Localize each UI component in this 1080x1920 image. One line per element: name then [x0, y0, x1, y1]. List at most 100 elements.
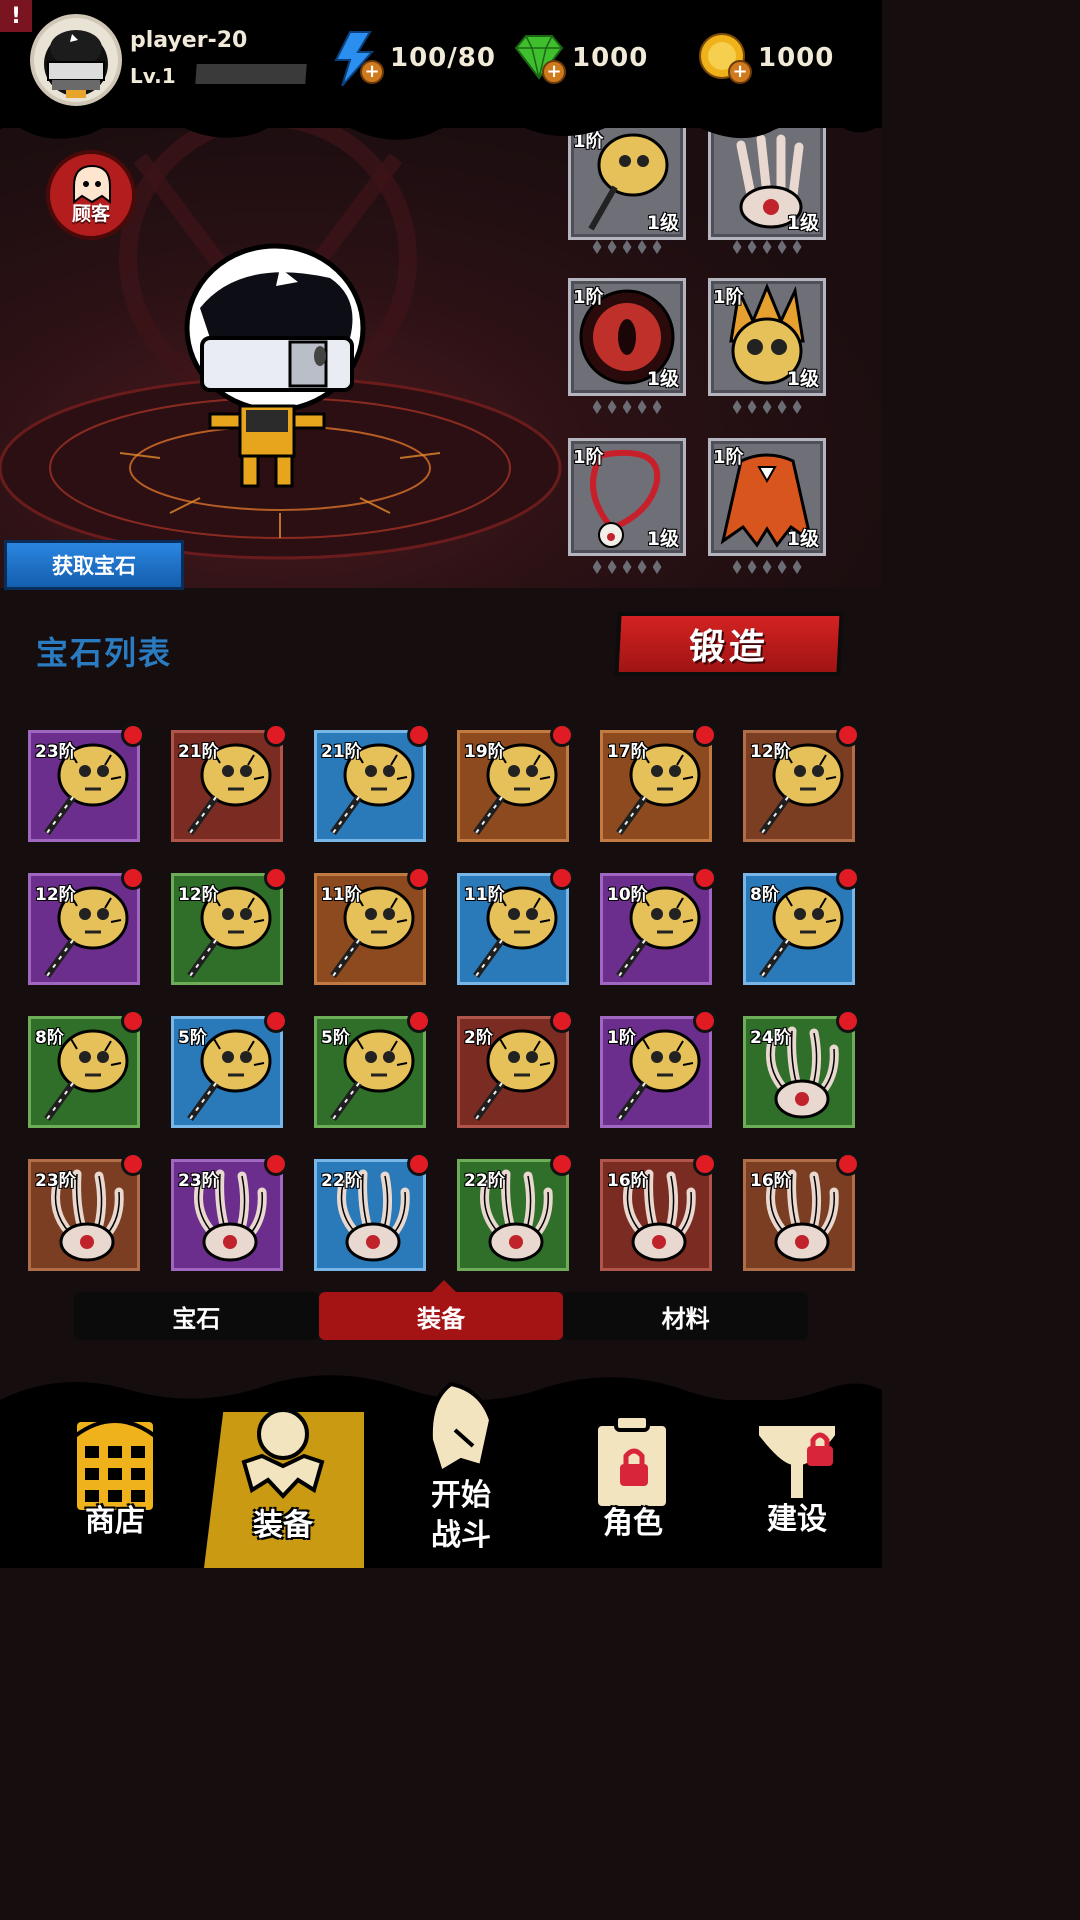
item-tier: 16阶: [607, 1171, 648, 1191]
alert-badge[interactable]: !: [0, 0, 32, 32]
new-item-dot-icon: [264, 866, 288, 890]
inventory-item[interactable]: 8阶: [28, 1009, 145, 1128]
inventory-item[interactable]: 16阶: [600, 1152, 717, 1271]
inventory-item[interactable]: 23阶: [28, 1152, 145, 1271]
equip-level: 1级: [786, 212, 819, 234]
item-tier: 8阶: [750, 885, 779, 905]
item-tier: 11阶: [321, 885, 362, 905]
inventory-item[interactable]: 11阶: [314, 866, 431, 985]
nav-character[interactable]: 角色: [558, 1400, 708, 1568]
gold-coin-icon: +: [698, 30, 752, 86]
inventory-item[interactable]: 16阶: [743, 1152, 860, 1271]
equip-slot-6[interactable]: 1阶 1级: [708, 438, 826, 556]
item-tier: 23阶: [178, 1171, 219, 1191]
inventory-item[interactable]: 10阶: [600, 866, 717, 985]
new-item-dot-icon: [550, 1152, 574, 1176]
inventory-item[interactable]: 22阶: [457, 1152, 574, 1271]
gold-value: 1000: [758, 43, 835, 73]
new-item-dot-icon: [407, 866, 431, 890]
equip-slot-4[interactable]: 1阶 1级: [708, 278, 826, 396]
equip-tier: 1阶: [573, 447, 604, 468]
nav-start-battle[interactable]: 开始 战斗: [386, 1381, 536, 1568]
equip-star-dots: [568, 560, 686, 578]
item-tier: 5阶: [321, 1028, 350, 1048]
new-item-dot-icon: [836, 1009, 860, 1033]
energy-value: 100/80: [390, 43, 496, 73]
new-item-dot-icon: [407, 1009, 431, 1033]
inventory-item[interactable]: 22阶: [314, 1152, 431, 1271]
nav-equipment[interactable]: 装备: [208, 1400, 358, 1568]
add-energy-icon[interactable]: +: [360, 60, 384, 84]
inventory-item[interactable]: 2阶: [457, 1009, 574, 1128]
equip-level: 1级: [646, 368, 679, 390]
inventory-item[interactable]: 12阶: [743, 723, 860, 842]
new-item-dot-icon: [121, 866, 145, 890]
inventory-item[interactable]: 5阶: [171, 1009, 288, 1128]
inventory-item[interactable]: 21阶: [314, 723, 431, 842]
equip-level: 1级: [646, 528, 679, 550]
item-tier: 16阶: [750, 1171, 791, 1191]
item-tier: 10阶: [607, 885, 648, 905]
player-avatar[interactable]: [30, 14, 122, 106]
item-tier: 24阶: [750, 1028, 791, 1048]
tab-gem[interactable]: 宝石: [74, 1292, 319, 1340]
inventory-item[interactable]: 23阶: [171, 1152, 288, 1271]
inventory-item[interactable]: 21阶: [171, 723, 288, 842]
item-tier: 8阶: [35, 1028, 64, 1048]
experience-bar: [195, 64, 307, 84]
inventory-item[interactable]: 24阶: [743, 1009, 860, 1128]
item-tier: 23阶: [35, 742, 76, 762]
customer-button[interactable]: 顾客: [46, 150, 136, 240]
helmet-avatar-icon: [44, 30, 108, 98]
item-tier: 22阶: [464, 1171, 505, 1191]
add-gem-icon[interactable]: +: [542, 60, 566, 84]
get-gem-button[interactable]: 获取宝石: [4, 540, 184, 590]
top-bar: player-20 Lv.1 + 100/80 + 1000 + 1000: [0, 0, 882, 128]
gem-resource[interactable]: + 1000: [512, 30, 648, 86]
player-name: player-20: [130, 28, 248, 53]
inventory-item[interactable]: 8阶: [743, 866, 860, 985]
item-tier: 11阶: [464, 885, 505, 905]
item-tier: 21阶: [321, 742, 362, 762]
equip-slot-5[interactable]: 1阶 1级: [568, 438, 686, 556]
tab-material[interactable]: 材料: [563, 1292, 809, 1340]
gem-icon: +: [512, 30, 566, 86]
new-item-dot-icon: [550, 723, 574, 747]
nav-build[interactable]: 建设: [722, 1400, 872, 1568]
inventory-item[interactable]: 17阶: [600, 723, 717, 842]
inventory-item[interactable]: 23阶: [28, 723, 145, 842]
add-gold-icon[interactable]: +: [728, 60, 752, 84]
new-item-dot-icon: [836, 866, 860, 890]
inventory-item[interactable]: 1阶: [600, 1009, 717, 1128]
equip-star-dots: [708, 240, 826, 258]
forge-label: 锻造: [687, 627, 770, 668]
equipment-icon: [241, 1408, 325, 1499]
item-tier: 12阶: [178, 885, 219, 905]
nav-character-label: 角色: [603, 1506, 663, 1541]
inventory-item[interactable]: 12阶: [171, 866, 288, 985]
gold-resource[interactable]: + 1000: [698, 30, 834, 86]
ghost-customer-icon: [73, 164, 111, 204]
item-tier: 1阶: [607, 1028, 636, 1048]
new-item-dot-icon: [121, 1009, 145, 1033]
equip-slot-3[interactable]: 1阶 1级: [568, 278, 686, 396]
nav-shop[interactable]: 商店: [40, 1400, 190, 1568]
inventory-item[interactable]: 5阶: [314, 1009, 431, 1128]
new-item-dot-icon: [121, 1152, 145, 1176]
item-tier: 23阶: [35, 1171, 76, 1191]
item-tier: 5阶: [178, 1028, 207, 1048]
new-item-dot-icon: [264, 1009, 288, 1033]
equip-tier: 1阶: [713, 447, 744, 468]
energy-resource[interactable]: + 100/80: [330, 30, 496, 87]
tab-equipment[interactable]: 装备: [318, 1292, 564, 1340]
item-tier: 12阶: [750, 742, 791, 762]
shop-icon: [73, 1418, 157, 1514]
inventory-item[interactable]: 19阶: [457, 723, 574, 842]
inventory-item[interactable]: 12阶: [28, 866, 145, 985]
new-item-dot-icon: [264, 723, 288, 747]
gem-value: 1000: [572, 43, 649, 73]
forge-button[interactable]: 锻造: [614, 612, 844, 676]
inventory-item[interactable]: 11阶: [457, 866, 574, 985]
new-item-dot-icon: [264, 1152, 288, 1176]
new-item-dot-icon: [693, 1009, 717, 1033]
